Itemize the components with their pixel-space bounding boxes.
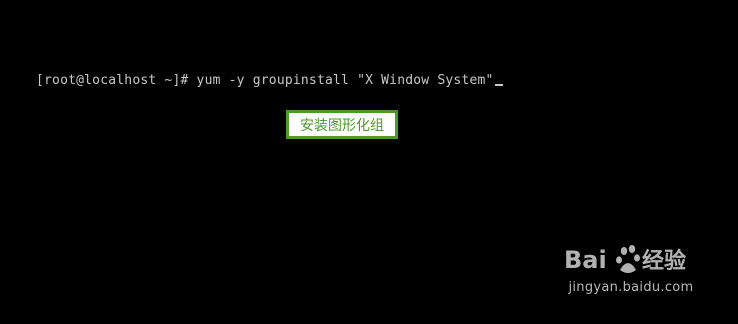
typed-command: yum -y groupinstall "X Window System" [196,73,494,88]
svg-text:Bai: Bai [564,246,607,274]
text-cursor [494,84,503,86]
annotation-callout: 安装图形化组 [286,110,398,139]
shell-prompt: [root@localhost ~]# [36,73,197,88]
terminal-command-line: [root@localhost ~]# yum -y groupinstall … [36,72,503,90]
watermark-url: jingyan.baidu.com [568,280,694,295]
terminal-screen: [root@localhost ~]# yum -y groupinstall … [0,0,738,324]
baidu-jingyan-logo: Bai 经验 [564,245,686,274]
svg-text:经验: 经验 [642,248,686,274]
annotation-label: 安装图形化组 [300,117,384,134]
baidu-jingyan-watermark: Bai 经验 jingyan.baidu.com [564,240,698,306]
